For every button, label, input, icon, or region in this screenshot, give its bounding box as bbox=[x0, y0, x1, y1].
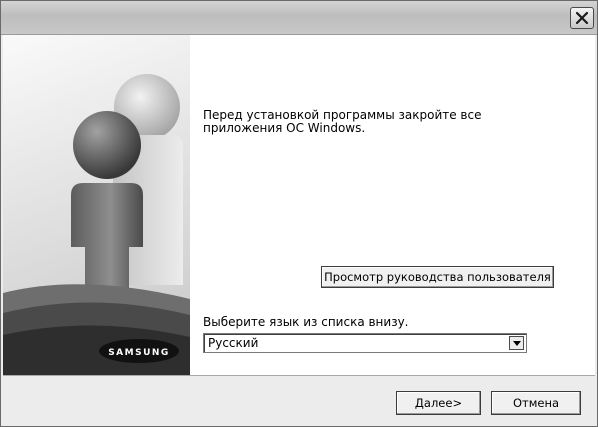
content-area: SAMSUNG Перед установкой программы закро… bbox=[3, 35, 595, 376]
language-selected-value: Русский bbox=[208, 336, 259, 350]
button-bar: Далее> Отмена bbox=[1, 376, 597, 426]
installer-window: SAMSUNG Перед установкой программы закро… bbox=[0, 0, 598, 427]
users-illustration: SAMSUNG bbox=[3, 74, 190, 375]
view-user-guide-button[interactable]: Просмотр руководства пользователя bbox=[321, 266, 554, 288]
side-banner: SAMSUNG bbox=[3, 35, 190, 375]
title-bar[interactable] bbox=[1, 1, 597, 35]
samsung-logo: SAMSUNG bbox=[108, 348, 170, 358]
close-icon bbox=[575, 11, 589, 25]
close-button[interactable] bbox=[570, 7, 594, 29]
dropdown-arrow-button[interactable] bbox=[509, 336, 524, 350]
close-apps-message: Перед установкой программы закройте все … bbox=[203, 108, 482, 135]
language-dropdown[interactable]: Русский bbox=[203, 333, 527, 353]
next-button[interactable]: Далее> bbox=[396, 391, 481, 415]
language-prompt: Выберите язык из списка внизу. bbox=[203, 315, 409, 329]
chevron-down-icon bbox=[512, 340, 521, 346]
cancel-button[interactable]: Отмена bbox=[491, 391, 581, 415]
